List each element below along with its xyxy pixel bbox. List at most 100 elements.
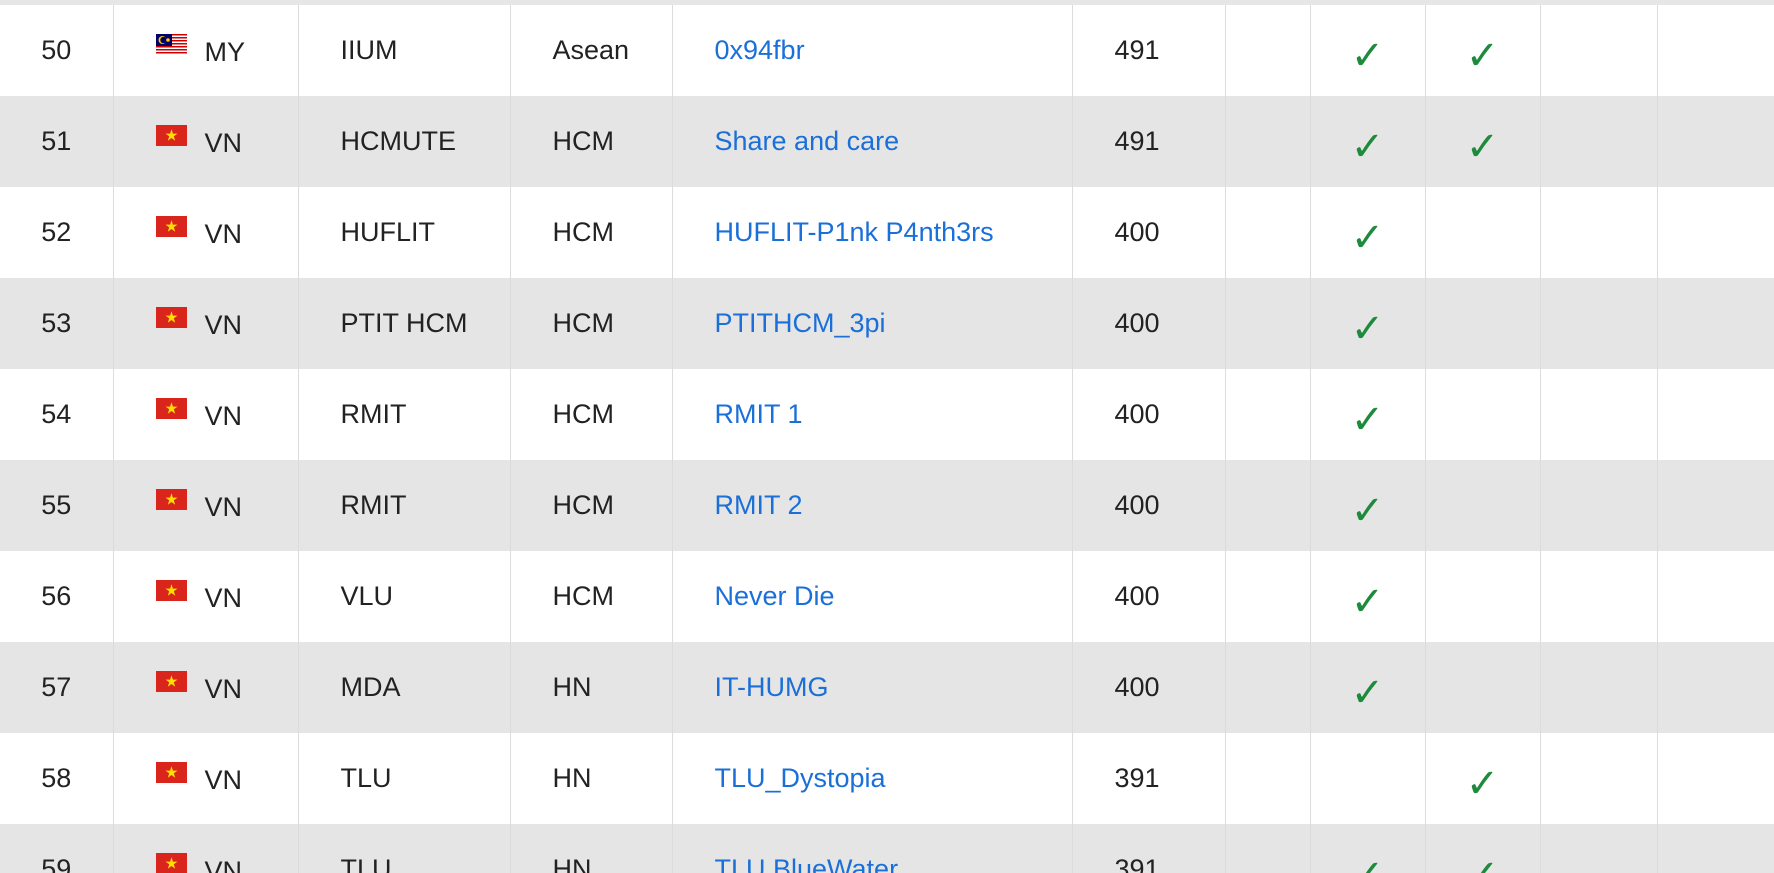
- score-cell: 400: [1072, 187, 1226, 278]
- team-link[interactable]: RMIT 2: [715, 490, 803, 520]
- rank-cell: 53: [0, 278, 114, 369]
- challenge-cell-2: ✓: [1310, 642, 1426, 733]
- challenge-cell-5: [1657, 187, 1774, 278]
- scoreboard-rows: 50 MY IIUM Asean 0x94fbr 491 ✓ ✓ 51 VN HCMUTE HCM Sh…: [0, 5, 1774, 873]
- scoreboard-table: 50 MY IIUM Asean 0x94fbr 491 ✓ ✓ 51 VN HCMUTE HCM Sh…: [0, 5, 1774, 873]
- team-link[interactable]: TLU.BlueWater: [715, 854, 899, 873]
- rank-value: 57: [41, 672, 72, 702]
- score-value: 491: [1114, 126, 1160, 156]
- region-name: HCM: [552, 490, 615, 520]
- country-code: MY: [204, 36, 246, 67]
- country-cell: VN: [113, 187, 299, 278]
- school-name: PTIT HCM: [340, 308, 468, 338]
- rank-cell: 56: [0, 551, 114, 642]
- challenge-cell-5: [1657, 278, 1774, 369]
- team-cell: Share and care: [672, 96, 1073, 187]
- rank-cell: 54: [0, 369, 114, 460]
- solved-check-icon: ✓: [1350, 669, 1385, 716]
- solved-check-icon: ✓: [1465, 760, 1500, 807]
- team-link[interactable]: RMIT 1: [715, 399, 803, 429]
- country-cell: VN: [113, 278, 299, 369]
- region-name: HCM: [552, 399, 615, 429]
- score-cell: 400: [1072, 369, 1226, 460]
- challenge-cell-1: [1225, 733, 1311, 824]
- region-name: HCM: [552, 581, 615, 611]
- challenge-cell-4: [1540, 278, 1658, 369]
- country-cell: VN: [113, 96, 299, 187]
- solved-check-icon: ✓: [1350, 123, 1385, 170]
- region-cell: Asean: [510, 5, 673, 96]
- school-cell: VLU: [298, 551, 511, 642]
- challenge-cell-5: [1657, 642, 1774, 733]
- score-value: 491: [1114, 35, 1160, 65]
- school-cell: MDA: [298, 642, 511, 733]
- vietnam-flag-icon: [155, 488, 187, 510]
- challenge-cell-2: ✓: [1310, 278, 1426, 369]
- country-code: VN: [204, 673, 243, 704]
- school-cell: PTIT HCM: [298, 278, 511, 369]
- region-cell: HN: [510, 733, 673, 824]
- solved-check-icon: ✓: [1350, 32, 1385, 79]
- rank-cell: 57: [0, 642, 114, 733]
- region-cell: HN: [510, 824, 673, 873]
- school-name: TLU: [340, 763, 392, 793]
- team-link[interactable]: PTITHCM_3pi: [715, 308, 886, 338]
- school-name: RMIT: [340, 399, 407, 429]
- malaysia-flag-icon: [155, 33, 187, 55]
- country-cell: VN: [113, 369, 299, 460]
- score-cell: 391: [1072, 733, 1226, 824]
- challenge-cell-5: [1657, 460, 1774, 551]
- team-link[interactable]: Never Die: [715, 581, 835, 611]
- country-code: VN: [204, 309, 243, 340]
- rank-cell: 52: [0, 187, 114, 278]
- score-cell: 491: [1072, 96, 1226, 187]
- score-cell: 391: [1072, 824, 1226, 873]
- table-row: 54 VN RMIT HCM RMIT 1 400 ✓: [0, 369, 1774, 460]
- team-link[interactable]: TLU_Dystopia: [715, 763, 886, 793]
- region-cell: HCM: [510, 278, 673, 369]
- challenge-cell-5: [1657, 96, 1774, 187]
- team-link[interactable]: 0x94fbr: [715, 35, 805, 65]
- region-name: Asean: [552, 35, 630, 65]
- school-cell: HCMUTE: [298, 96, 511, 187]
- table-row: 58 VN TLU HN TLU_Dystopia 391 ✓: [0, 733, 1774, 824]
- score-cell: 400: [1072, 551, 1226, 642]
- score-value: 400: [1114, 672, 1160, 702]
- team-link[interactable]: Share and care: [715, 126, 900, 156]
- challenge-cell-3: [1425, 460, 1541, 551]
- challenge-cell-4: [1540, 96, 1658, 187]
- challenge-cell-4: [1540, 187, 1658, 278]
- school-name: HUFLIT: [340, 217, 436, 247]
- challenge-cell-2: ✓: [1310, 96, 1426, 187]
- rank-value: 52: [41, 217, 72, 247]
- team-cell: HUFLIT-P1nk P4nth3rs: [672, 187, 1073, 278]
- challenge-cell-2: ✓: [1310, 5, 1426, 96]
- region-cell: HCM: [510, 460, 673, 551]
- table-row: 57 VN MDA HN IT-HUMG 400 ✓: [0, 642, 1774, 733]
- challenge-cell-3: [1425, 369, 1541, 460]
- challenge-cell-2: ✓: [1310, 824, 1426, 873]
- table-row: 55 VN RMIT HCM RMIT 2 400 ✓: [0, 460, 1774, 551]
- solved-check-icon: ✓: [1465, 32, 1500, 79]
- region-cell: HCM: [510, 96, 673, 187]
- table-row: 51 VN HCMUTE HCM Share and care 491 ✓ ✓: [0, 96, 1774, 187]
- solved-check-icon: ✓: [1350, 214, 1385, 261]
- team-cell: Never Die: [672, 551, 1073, 642]
- challenge-cell-3: [1425, 642, 1541, 733]
- challenge-cell-3: ✓: [1425, 5, 1541, 96]
- school-name: TLU: [340, 854, 392, 873]
- score-value: 400: [1114, 399, 1160, 429]
- challenge-cell-3: [1425, 551, 1541, 642]
- region-name: HN: [552, 672, 592, 702]
- country-code: VN: [204, 127, 243, 158]
- country-code: VN: [204, 218, 243, 249]
- challenge-cell-2: ✓: [1310, 369, 1426, 460]
- country-code: VN: [204, 855, 243, 873]
- region-name: HN: [552, 763, 592, 793]
- challenge-cell-2: [1310, 733, 1426, 824]
- team-link[interactable]: HUFLIT-P1nk P4nth3rs: [715, 217, 994, 247]
- team-link[interactable]: IT-HUMG: [715, 672, 829, 702]
- vietnam-flag-icon: [155, 124, 187, 146]
- score-value: 391: [1114, 854, 1160, 873]
- score-value: 391: [1114, 763, 1160, 793]
